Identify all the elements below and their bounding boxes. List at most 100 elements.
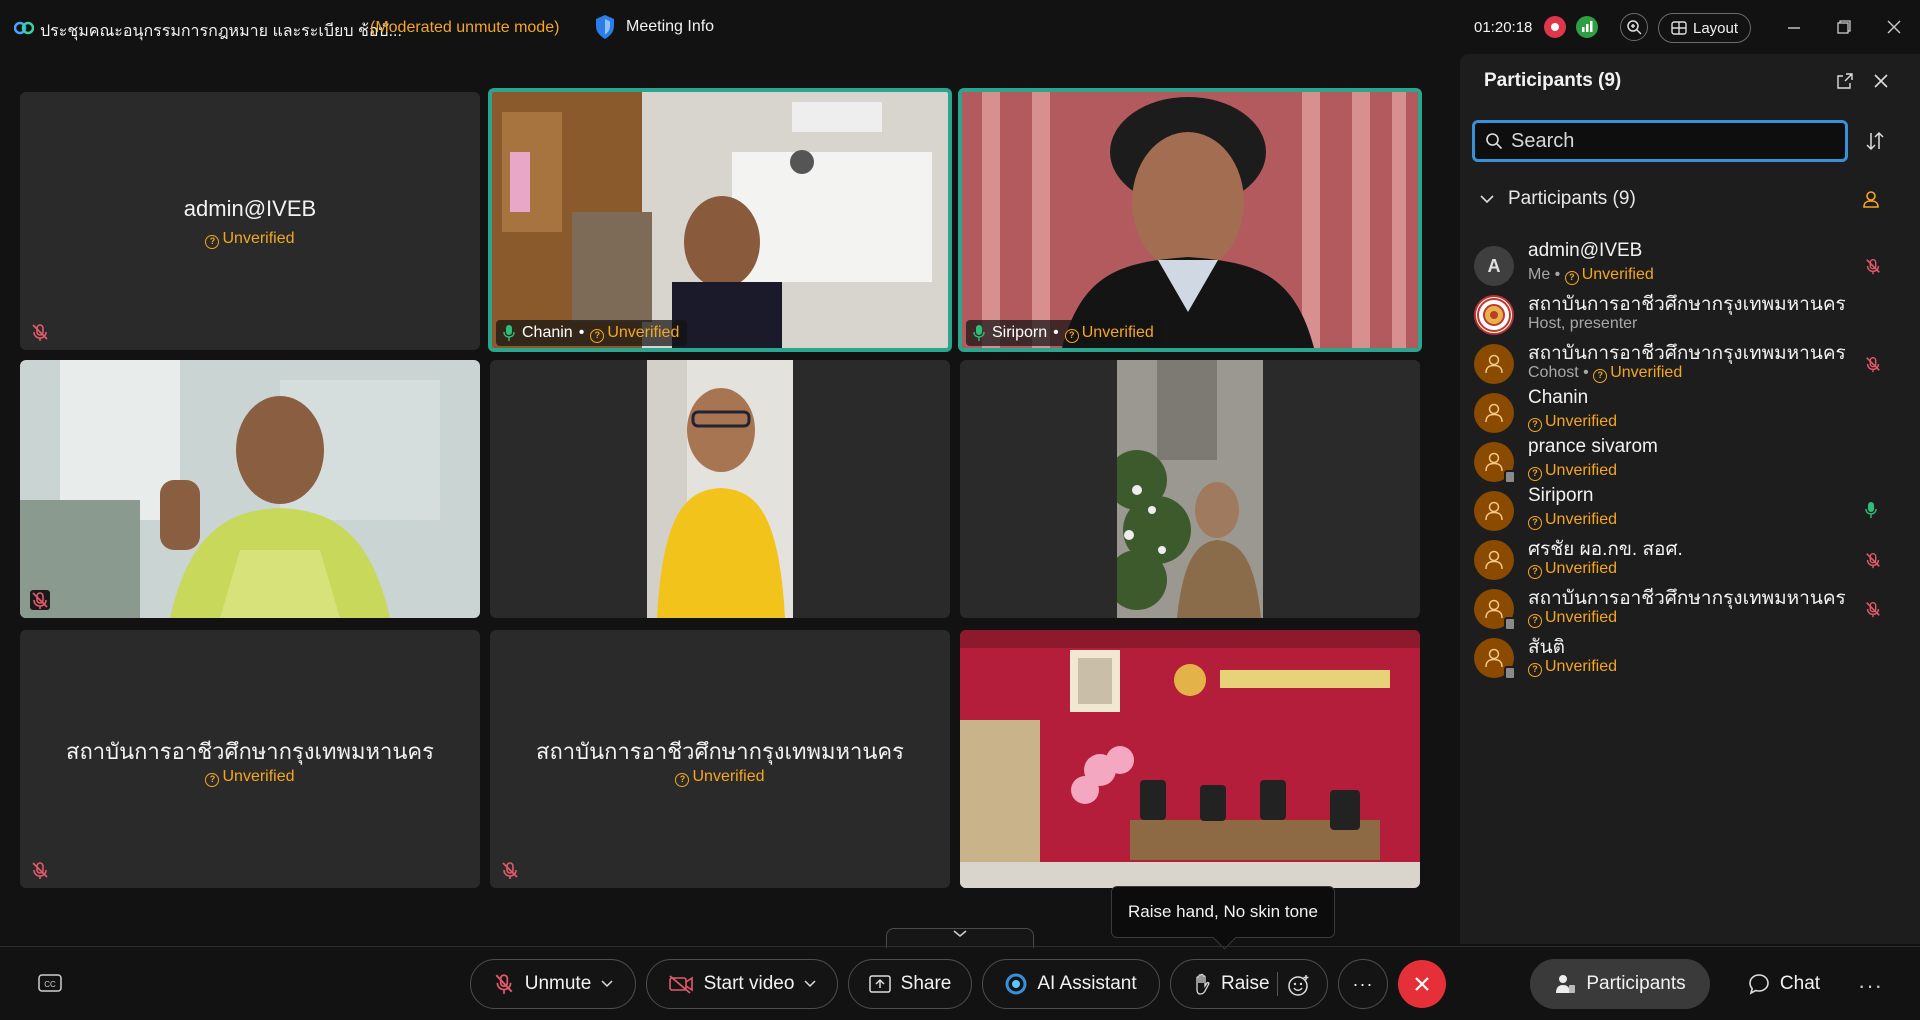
tile-status-text: Unverified [1081,323,1154,341]
meeting-info-label: Meeting Info [626,18,715,35]
mic-on-icon [973,325,985,341]
ai-assistant-button[interactable]: AI Assistant [982,959,1160,1009]
close-panel-button[interactable] [1870,70,1892,92]
muted-mic-icon [495,974,513,994]
share-button[interactable]: Share [848,959,972,1009]
participants-toggle-button[interactable]: Participants [1530,959,1710,1009]
share-label: Share [900,973,952,994]
unmute-label: Unmute [524,973,592,994]
participant-name: Chanin [1528,387,1589,408]
closed-captions-icon[interactable]: CC [38,973,62,993]
mic-on-icon[interactable] [1864,501,1882,521]
meeting-info-button[interactable]: Meeting Info [594,14,714,40]
muted-mic-icon[interactable] [1864,354,1882,374]
zoom-in-icon [1627,20,1642,35]
unverified-icon: ? [205,235,220,249]
muted-mic-icon[interactable] [1864,550,1882,570]
collapse-toolbar-tab[interactable] [886,928,1034,948]
participant-subtitle: ? Unverified [1528,658,1617,677]
network-health-icon[interactable] [1576,16,1598,38]
unverified-icon: ? [1528,663,1542,677]
tile-status: ? Unverified [590,324,679,343]
participant-status: ? Unverified [1528,658,1617,677]
more-options-button[interactable]: ··· [1338,959,1388,1009]
separator-dot: • [1053,324,1059,341]
video-tile-siriporn[interactable]: Siriporn • ? Unverified [958,88,1422,352]
video-feed-office [492,92,948,348]
chevron-down-icon [1480,195,1494,204]
popout-panel-button[interactable] [1834,70,1856,92]
minimize-button[interactable] [1783,16,1805,38]
avatar [1474,393,1514,433]
muted-mic-icon[interactable] [1864,599,1882,619]
chat-button[interactable]: Chat [1726,959,1842,1009]
chat-label: Chat [1779,973,1821,994]
webex-logo-icon [14,21,34,35]
participant-search-box[interactable] [1472,120,1848,162]
meeting-title: ประชุมคณะอนุกรรมการกฎหมาย และระเบียบ ช้อ… [40,23,402,40]
raise-label: Raise [1221,973,1270,994]
close-window-button[interactable] [1883,16,1905,38]
participant-search-input[interactable] [1511,129,1831,153]
muted-mic-icon[interactable] [1864,256,1882,276]
panel-title: Participants (9) [1484,70,1622,91]
share-screen-icon [868,975,891,993]
layout-label: Layout [1693,19,1739,37]
restore-icon [1837,20,1851,34]
tile-participant-name: admin@IVEB [183,196,317,221]
video-tile-participant-6[interactable] [960,360,1420,618]
video-tile-admin[interactable]: admin@IVEB ? Unverified [20,92,480,350]
ai-assistant-icon [1005,973,1027,995]
video-tile-meeting-room[interactable] [960,630,1420,888]
popout-icon [1837,73,1853,89]
layout-grid-icon [1671,21,1687,35]
raise-hand-icon [1196,973,1210,995]
raise-hand-button[interactable]: Raise [1170,959,1328,1009]
participant-name: prance sivarom [1528,436,1658,457]
host-controls-icon[interactable] [1862,190,1880,208]
more-options-label: ··· [1352,973,1374,994]
video-tile-institute-2[interactable]: สถาบันการอาชีวศึกษากรุงเทพมหานคร ? Unveri… [490,630,950,888]
recording-indicator-icon[interactable] [1544,16,1566,38]
video-tile-chanin[interactable]: Chanin • ? Unverified [488,88,952,352]
participant-name: Siriporn [1528,485,1594,506]
tile-participant-name: Chanin [522,324,573,341]
muted-mic-icon [30,590,50,610]
leave-meeting-button[interactable] [1398,960,1446,1008]
participant-row[interactable]: สันติ? Unverified [1460,624,1920,684]
participants-panel: Participants (9) Participants (9) Aadmin… [1460,54,1920,944]
muted-mic-icon [32,862,48,879]
participants-section-toggle[interactable]: Participants (9) [1480,188,1636,210]
start-video-button[interactable]: Start video [646,959,838,1009]
meeting-controls-bar: CC Unmute Start video Share AI Assistant… [0,946,1920,1020]
unverified-icon: ? [1064,328,1079,343]
video-tile-institute-1[interactable]: สถาบันการอาชีวศึกษากรุงเทพมหานคร ? Unveri… [20,630,480,888]
toolbar-overflow-button[interactable]: ··· [1858,973,1883,999]
tile-status-text: Unverified [692,768,765,785]
close-icon [1887,20,1901,34]
close-icon [1415,977,1429,991]
unmute-button[interactable]: Unmute [470,959,636,1009]
video-tile-participant-5[interactable] [490,360,950,618]
tile-participant-name: Siriporn [992,324,1048,341]
tile-status: ? Unverified [490,768,950,787]
avatar [1474,442,1516,484]
video-tile-participant-4[interactable] [20,360,480,618]
avatar: A [1474,246,1514,286]
section-label: Participants (9) [1508,188,1636,209]
unverified-icon: ? [590,328,605,343]
avatar [1474,638,1516,680]
tile-status: ? Unverified [20,768,480,787]
layout-button[interactable]: Layout [1658,13,1752,43]
sort-icon[interactable] [1864,130,1886,152]
chevron-down-icon [601,980,613,988]
chat-bubble-icon [1749,974,1769,995]
raise-hand-tooltip: Raise hand, No skin tone [1111,886,1335,938]
zoom-button[interactable] [1620,13,1648,41]
meeting-mode-label: (Moderated unmute mode) [370,19,560,36]
tile-status-text: Unverified [222,230,295,247]
reactions-icon[interactable] [1287,973,1311,997]
meeting-timer: 01:20:18 [1474,19,1533,36]
restore-button[interactable] [1833,16,1855,38]
video-off-icon [668,975,693,994]
